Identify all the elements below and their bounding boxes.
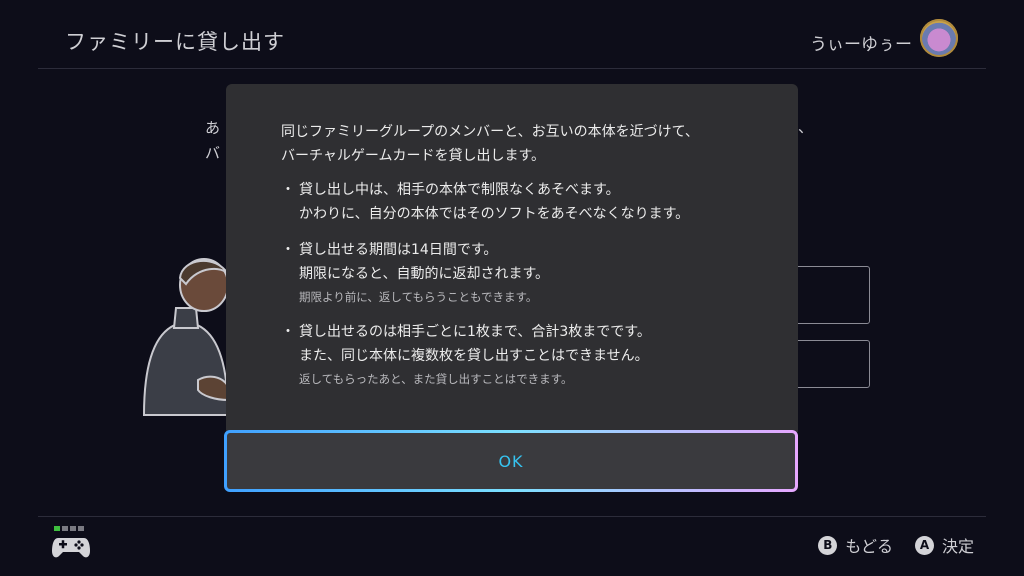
intro-line: バーチャルゲームカードを貸し出します。 [281,148,546,164]
confirm-action[interactable]: A 決定 [914,533,974,557]
background-option-box [790,266,870,324]
intro-line: 同じファミリーグループのメンバーと、お互いの本体を近づけて、 [281,124,699,140]
footer-actions: B もどる A 決定 [818,533,974,557]
b-button-icon: B [818,535,838,555]
back-label: もどる [845,537,893,556]
person-illustration [142,258,230,416]
ok-button[interactable]: OK [224,430,798,492]
user-name: うぃーゆぅー [810,35,912,55]
background-option-box [790,340,870,388]
controller-icon [52,526,90,558]
bullet-line: 貸し出せるのは相手ごとに1枚まで、合計3枚までです。 [299,324,651,340]
background-line: あ [205,119,221,137]
bullet-mark: ・ [281,242,295,258]
bullet-note: 返してもらったあと、また貸し出すことはできます。 [299,372,573,386]
background-line: バ [205,144,221,162]
info-bullet: ・ 貸し出し中は、相手の本体で制限なくあそべます。 かわりに、自分の本体ではその… [281,178,781,226]
dialog-intro: 同じファミリーグループのメンバーと、お互いの本体を近づけて、 バーチャルゲームカ… [281,120,781,168]
header-divider [38,68,986,69]
dialog-body: 同じファミリーグループのメンバーと、お互いの本体を近づけて、 バーチャルゲームカ… [281,120,781,402]
bullet-line: 貸し出せる期間は14日間です。 [299,242,498,258]
confirm-label: 決定 [941,537,974,556]
screen: ファミリーに貸し出す うぃーゆぅー あ バ 、 同じファミリーグループのメンバー… [0,0,1024,576]
background-fragment: 、 [798,118,814,136]
page-title: ファミリーに貸し出す [65,30,285,54]
footer-divider [38,516,986,517]
info-bullet: ・ 貸し出せるのは相手ごとに1枚まで、合計3枚までです。 また、同じ本体に複数枚… [281,320,781,390]
bullet-line: 貸し出し中は、相手の本体で制限なくあそべます。 [299,182,620,198]
bullet-mark: ・ [281,182,295,198]
bullet-mark: ・ [281,324,295,340]
bullet-line: 期限になると、自動的に返却されます。 [299,266,550,282]
back-action[interactable]: B もどる [818,533,893,557]
lending-info-dialog: 同じファミリーグループのメンバーと、お互いの本体を近づけて、 バーチャルゲームカ… [226,84,798,432]
avatar[interactable] [920,19,958,57]
a-button-icon: A [914,535,934,555]
background-text: あ バ [205,116,220,166]
info-bullet: ・ 貸し出せる期間は14日間です。 期限になると、自動的に返却されます。 期限よ… [281,238,781,308]
bullet-note: 期限より前に、返してもらうこともできます。 [299,290,538,304]
bullet-line: また、同じ本体に複数枚を貸し出すことはできません。 [299,348,649,364]
bullet-line: かわりに、自分の本体ではそのソフトをあそべなくなります。 [299,206,690,222]
